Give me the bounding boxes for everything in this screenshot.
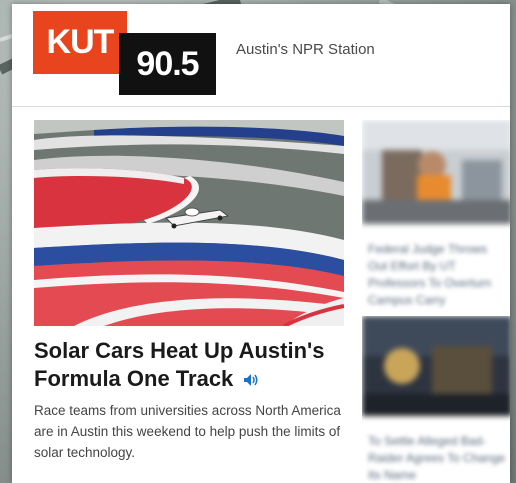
- site-header: KUT 90.5 Austin's NPR Station: [12, 4, 510, 107]
- side-story-2-title[interactable]: To Settle Alleged Bad-Raider Agrees To C…: [362, 433, 510, 483]
- featured-story-teaser: Race teams from universities across Nort…: [34, 403, 341, 460]
- headline-text[interactable]: Solar Cars Heat Up Austin's Formula One …: [34, 338, 325, 391]
- story-card: KUT 90.5 Austin's NPR Station Solar Cars…: [12, 4, 510, 483]
- speaker-icon[interactable]: [243, 366, 259, 394]
- logo-call-letters: KUT: [33, 11, 127, 74]
- side-story-1[interactable]: Federal Judge Throws Out Effort By UT Pr…: [362, 120, 510, 309]
- station-tagline: Austin's NPR Station: [236, 41, 375, 58]
- side-story-2[interactable]: To Settle Alleged Bad-Raider Agrees To C…: [362, 316, 510, 483]
- featured-story-headline[interactable]: Solar Cars Heat Up Austin's Formula One …: [34, 337, 354, 394]
- featured-story-image[interactable]: [34, 120, 344, 326]
- side-story-2-thumbnail[interactable]: [362, 316, 510, 416]
- side-story-1-title[interactable]: Federal Judge Throws Out Effort By UT Pr…: [362, 241, 510, 309]
- logo-frequency: 90.5: [119, 33, 216, 95]
- side-story-1-thumbnail[interactable]: [362, 120, 510, 224]
